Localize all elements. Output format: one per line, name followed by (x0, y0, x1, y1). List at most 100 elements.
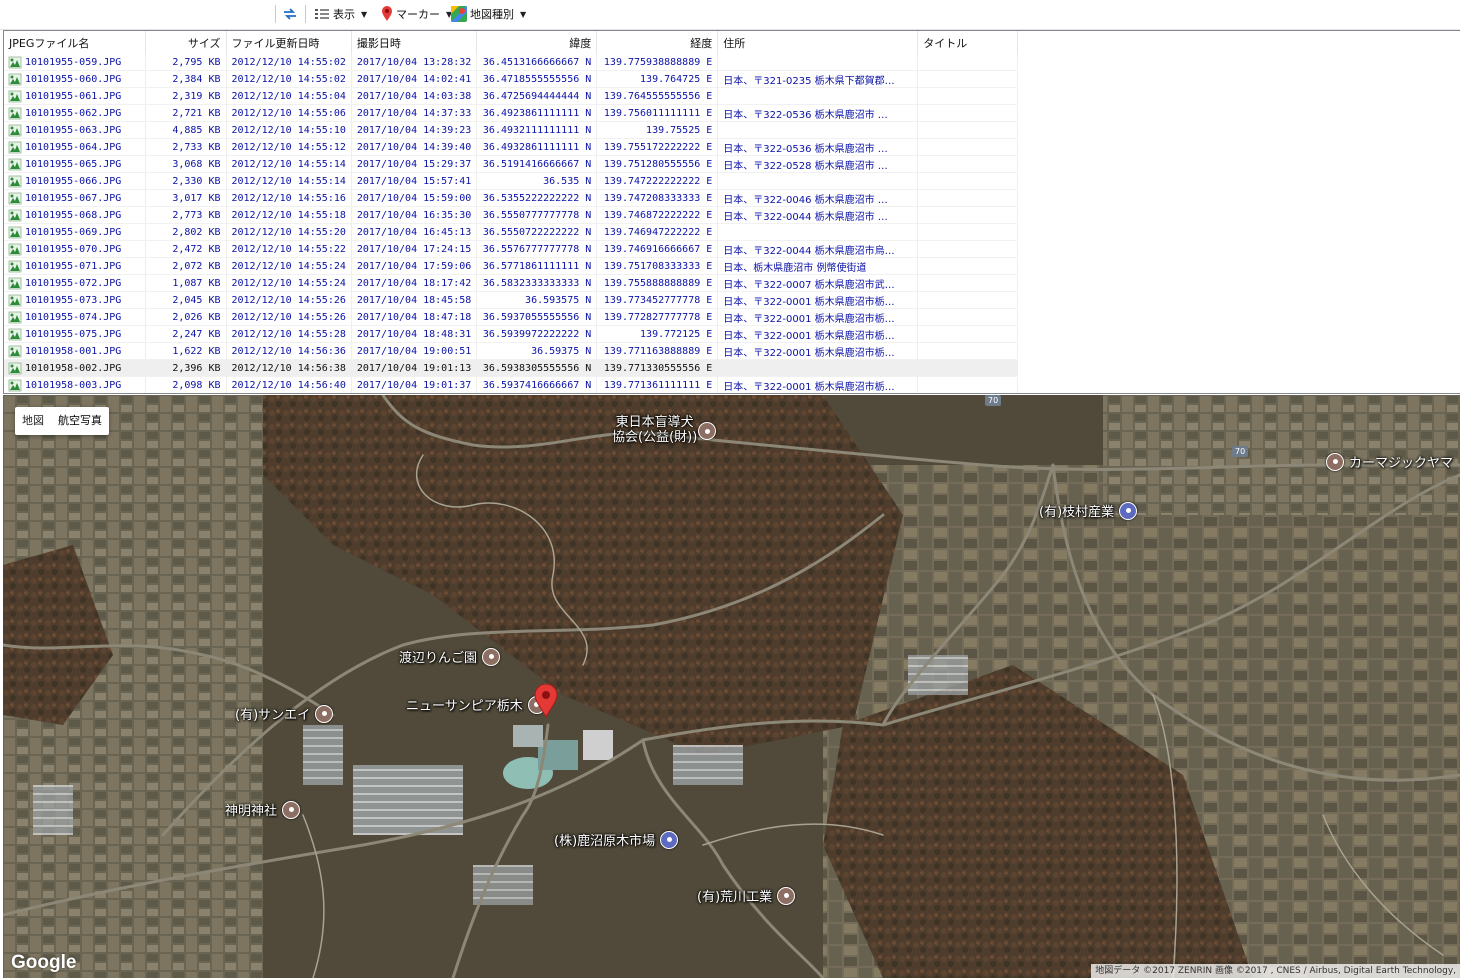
poi-label: 協会(公益(財)) (612, 430, 698, 445)
table-row[interactable]: 10101955-071.JPG 2,072 KB 2012/12/10 14:55… (4, 257, 1019, 275)
cell-filename: 10101955-070.JPG (4, 240, 146, 258)
cell-filename: 10101955-069.JPG (4, 223, 146, 241)
column-header-latitude[interactable]: 緯度 (476, 31, 598, 54)
cell-address: 日本、〒322-0001 栃木県鹿沼市栃… (717, 325, 919, 343)
filename-wrap: 10101955-068.JPG (8, 209, 140, 222)
poi-car-magic[interactable]: カーマジックヤマ (1326, 452, 1453, 471)
filename-text: 10101955-060.JPG (25, 73, 122, 85)
cell-longitude: 139.755172222222 E (596, 138, 719, 156)
map-attribution[interactable]: 地図データ ©2017 ZENRIN 画像 ©2017 , CNES / Air… (1091, 964, 1460, 978)
place-icon (315, 704, 334, 723)
table-row[interactable]: 10101955-068.JPG 2,773 KB 2012/12/10 14:55… (4, 206, 1019, 224)
cell-longitude: 139.755888888889 E (596, 274, 719, 292)
table-row[interactable]: 10101955-070.JPG 2,472 KB 2012/12/10 14:55… (4, 240, 1019, 258)
cell-filename: 10101955-075.JPG (4, 325, 146, 343)
poi-kanuma-log-market[interactable]: (株)鹿沼原木市場 (554, 830, 679, 849)
table-row[interactable]: 10101958-003.JPG 2,098 KB 2012/12/10 14:56… (4, 376, 1019, 393)
poi-guide-dog-association[interactable]: 東日本盲導犬 協会(公益(財)) (612, 415, 697, 445)
cell-title (917, 359, 1019, 377)
cell-filename: 10101955-063.JPG (4, 121, 146, 139)
column-header-filename[interactable]: JPEGファイル名 (4, 31, 146, 54)
table-row[interactable]: 10101955-059.JPG 2,795 KB 2012/12/10 14:55… (4, 54, 1019, 71)
table-row[interactable]: 10101955-074.JPG 2,026 KB 2012/12/10 14:55… (4, 308, 1019, 326)
poi-guide-dog-association-pin[interactable] (698, 422, 716, 440)
filename-wrap: 10101955-064.JPG (8, 141, 140, 154)
cell-longitude: 139.75525 E (596, 121, 719, 139)
cell-filename: 10101955-068.JPG (4, 206, 146, 224)
view-dropdown[interactable]: 表示 ▼ (314, 3, 367, 25)
column-header-address[interactable]: 住所 (717, 31, 919, 54)
column-header-longitude[interactable]: 経度 (596, 31, 719, 54)
cell-filename: 10101955-071.JPG (4, 257, 146, 275)
cell-taken: 2017/10/04 16:45:13 (351, 223, 478, 241)
list-view-icon (315, 9, 329, 19)
marker-dropdown[interactable]: マーカー ▼ (381, 3, 452, 25)
cell-address: 日本、〒322-0001 栃木県鹿沼市栃… (717, 291, 919, 309)
table-row[interactable]: 10101955-075.JPG 2,247 KB 2012/12/10 14:55… (4, 325, 1019, 343)
map-marker-icon[interactable] (534, 684, 558, 718)
column-header-title[interactable]: タイトル (917, 31, 1019, 54)
cell-address: 日本、〒322-0001 栃木県鹿沼市栃… (717, 308, 919, 326)
jpeg-gps-file-icon (8, 226, 22, 238)
jpeg-gps-file-icon (8, 192, 22, 204)
filename-text: 10101955-061.JPG (25, 90, 122, 102)
chevron-down-icon: ▼ (361, 9, 368, 19)
table-row[interactable]: 10101955-060.JPG 2,384 KB 2012/12/10 14:55… (4, 70, 1019, 88)
column-header-taken[interactable]: 撮影日時 (351, 31, 478, 54)
table-row[interactable]: 10101955-067.JPG 3,017 KB 2012/12/10 14:55… (4, 189, 1019, 207)
cell-size: 2,045 KB (145, 291, 227, 309)
column-header-modified[interactable]: ファイル更新日時 (226, 31, 352, 54)
table-row[interactable]: 10101955-064.JPG 2,733 KB 2012/12/10 14:55… (4, 138, 1019, 156)
cell-taken: 2017/10/04 19:01:37 (351, 376, 478, 393)
cell-address: 日本、〒322-0001 栃木県鹿沼市栃… (717, 342, 919, 360)
cell-latitude: 36.535 N (476, 172, 598, 190)
sync-button[interactable] (281, 3, 299, 25)
table-row[interactable]: 10101955-065.JPG 3,068 KB 2012/12/10 14:55… (4, 155, 1019, 173)
cell-filename: 10101955-065.JPG (4, 155, 146, 173)
cell-size: 2,098 KB (145, 376, 227, 393)
cell-filename: 10101955-060.JPG (4, 70, 146, 88)
map-view[interactable]: 地図 航空写真 70 70 東日本盲導犬 協会(公益(財)) カーマジックヤマ … (3, 395, 1460, 978)
cell-address: 日本、〒322-0046 栃木県鹿沼市 … (717, 189, 919, 207)
poi-edamura-sangyo[interactable]: (有)枝村産業 (1039, 501, 1138, 520)
table-row[interactable]: 10101958-002.JPG 2,396 KB 2012/12/10 14:56… (4, 359, 1019, 377)
table-row[interactable]: 10101958-001.JPG 1,622 KB 2012/12/10 14:56… (4, 342, 1019, 360)
table-row[interactable]: 10101955-072.JPG 1,087 KB 2012/12/10 14:55… (4, 274, 1019, 292)
filename-text: 10101955-062.JPG (25, 107, 122, 119)
cell-title (917, 240, 1019, 258)
poi-watanabe-apple-orchard[interactable]: 渡辺りんご園 (399, 647, 501, 666)
jpeg-gps-file-icon (8, 379, 22, 391)
cell-size: 4,885 KB (145, 121, 227, 139)
table-row[interactable]: 10101955-069.JPG 2,802 KB 2012/12/10 14:55… (4, 223, 1019, 241)
cell-longitude: 139.764725 E (596, 70, 719, 88)
chevron-down-icon: ▼ (520, 9, 527, 19)
jpeg-gps-file-icon (8, 107, 22, 119)
cell-latitude: 36.4718555555556 N (476, 70, 598, 88)
poi-shinmei-shrine[interactable]: 神明神社 (225, 800, 301, 819)
cell-filename: 10101955-062.JPG (4, 104, 146, 122)
poi-sanei[interactable]: (有)サンエイ (235, 704, 334, 723)
table-row[interactable]: 10101955-061.JPG 2,319 KB 2012/12/10 14:55… (4, 87, 1019, 105)
cell-modified: 2012/12/10 14:55:06 (226, 104, 352, 122)
table-row[interactable]: 10101955-073.JPG 2,045 KB 2012/12/10 14:55… (4, 291, 1019, 309)
cell-modified: 2012/12/10 14:55:14 (226, 155, 352, 173)
table-row[interactable]: 10101955-062.JPG 2,721 KB 2012/12/10 14:55… (4, 104, 1019, 122)
cell-modified: 2012/12/10 14:55:22 (226, 240, 352, 258)
cell-taken: 2017/10/04 19:01:13 (351, 359, 478, 377)
filename-text: 10101955-073.JPG (25, 294, 122, 306)
cell-modified: 2012/12/10 14:55:10 (226, 121, 352, 139)
poi-arakawa-kogyo[interactable]: (有)荒川工業 (697, 886, 796, 905)
column-header-size[interactable]: サイズ (145, 31, 227, 54)
jpeg-gps-file-icon (8, 56, 22, 68)
cell-filename: 10101955-074.JPG (4, 308, 146, 326)
cell-longitude: 139.771330555556 E (596, 359, 719, 377)
poi-new-sunpia-tochigi[interactable]: ニューサンピア栃木 (406, 695, 546, 714)
table-row[interactable]: 10101955-063.JPG 4,885 KB 2012/12/10 14:55… (4, 121, 1019, 139)
red-pin-icon (382, 6, 392, 21)
map-type-satellite-button[interactable]: 航空写真 (51, 407, 109, 435)
map-type-map-button[interactable]: 地図 (15, 407, 51, 435)
table-row[interactable]: 10101955-066.JPG 2,330 KB 2012/12/10 14:55… (4, 172, 1019, 190)
map-type-dropdown[interactable]: 地図種別 ▼ (451, 3, 526, 25)
cell-modified: 2012/12/10 14:55:02 (226, 70, 352, 88)
cell-taken: 2017/10/04 14:39:23 (351, 121, 478, 139)
